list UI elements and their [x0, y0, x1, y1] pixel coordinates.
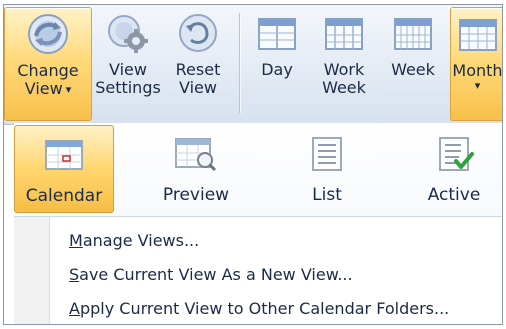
active-view-icon — [430, 133, 478, 175]
view-settings-label-line1: View — [109, 60, 147, 79]
view-menu: Manage Views... Save Current View As a N… — [14, 217, 502, 324]
preview-view-icon — [172, 133, 220, 175]
week-view-button[interactable]: Week — [382, 7, 444, 121]
manage-views-menu-item[interactable]: Manage Views... — [69, 227, 199, 255]
save-current-view-menu-item[interactable]: Save Current View As a New View... — [69, 261, 353, 289]
view-gallery: Calendar Preview List Active — [14, 123, 502, 217]
view-settings-button[interactable]: View Settings — [92, 7, 164, 121]
calendar-view-option[interactable]: Calendar — [14, 125, 114, 213]
view-settings-icon — [106, 11, 150, 55]
month-view-button[interactable]: Month ▾ — [450, 7, 503, 121]
dropdown-arrow-icon: ▾ — [65, 82, 72, 96]
reset-view-button[interactable]: Reset View — [164, 7, 232, 121]
manage-views-label: anage Views... — [82, 231, 200, 250]
work-week-view-button[interactable]: Work Week — [312, 7, 376, 121]
day-view-button[interactable]: Day — [248, 7, 306, 121]
list-view-option[interactable]: List — [282, 125, 372, 213]
apply-current-view-access-key: A — [69, 299, 80, 318]
dropdown-arrow-icon: ▾ — [474, 79, 481, 91]
save-current-view-label: ave Current View As a New View... — [79, 265, 353, 284]
menu-gutter — [14, 217, 50, 324]
list-view-label: List — [312, 185, 342, 205]
calendar-view-icon — [40, 134, 88, 176]
change-view-label-line2: View — [24, 79, 63, 98]
preview-view-option[interactable]: Preview — [146, 125, 246, 213]
change-view-label-line1: Change — [17, 61, 79, 80]
ribbon-separator — [239, 13, 240, 113]
list-view-icon — [303, 133, 351, 175]
calendar-month-icon — [456, 12, 500, 56]
change-view-window: Change View ▾ View Settings Reset View D… — [3, 4, 503, 325]
day-view-label: Day — [261, 60, 293, 79]
calendar-work-week-icon — [322, 11, 366, 55]
change-view-icon — [26, 12, 70, 56]
change-view-button[interactable]: Change View ▾ — [4, 7, 92, 121]
preview-view-label: Preview — [162, 185, 230, 205]
ribbon-toolbar: Change View ▾ View Settings Reset View D… — [4, 5, 503, 125]
calendar-week-icon — [391, 11, 435, 55]
apply-current-view-menu-item[interactable]: Apply Current View to Other Calendar Fol… — [69, 295, 449, 323]
apply-current-view-label: pply Current View to Other Calendar Fold… — [79, 299, 450, 318]
save-current-view-access-key: S — [69, 265, 80, 284]
reset-view-label-line1: Reset — [175, 60, 221, 79]
reset-view-label-line2: View — [179, 78, 217, 97]
view-settings-label-line2: Settings — [95, 78, 161, 97]
manage-views-access-key: M — [69, 231, 83, 250]
active-view-option[interactable]: Active — [404, 125, 502, 213]
calendar-day-icon — [255, 11, 299, 55]
work-week-label-line2: Week — [322, 78, 366, 97]
active-view-label: Active — [427, 185, 481, 205]
calendar-view-label: Calendar — [25, 186, 103, 206]
week-view-label: Week — [391, 60, 435, 79]
month-view-label: Month — [452, 62, 503, 80]
reset-view-icon — [176, 11, 220, 55]
work-week-label-line1: Work — [323, 60, 365, 79]
